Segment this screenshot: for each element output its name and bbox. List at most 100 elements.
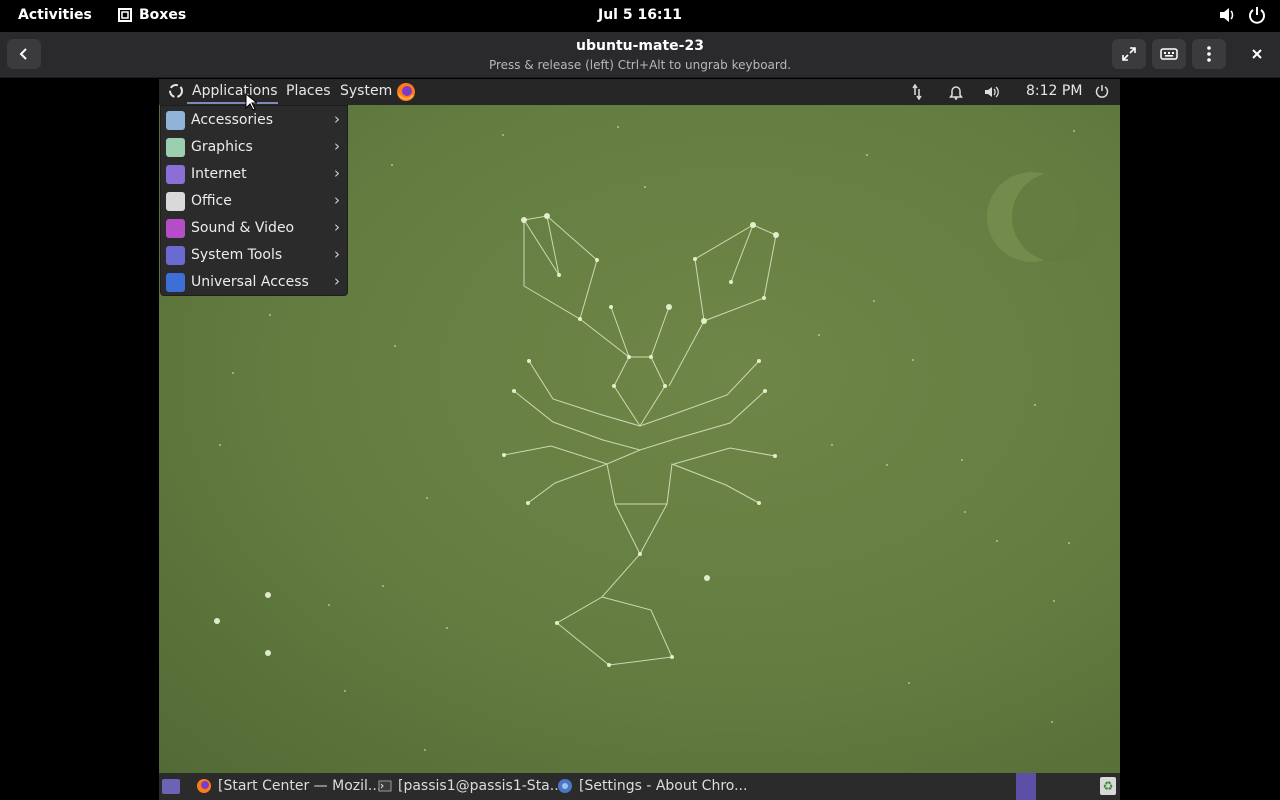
taskbar-item-label: [Start Center — Mozil... xyxy=(218,778,382,794)
star xyxy=(344,690,346,692)
star xyxy=(729,280,733,284)
star xyxy=(521,217,527,223)
star xyxy=(866,154,868,156)
star xyxy=(1034,404,1036,406)
shutdown-icon[interactable] xyxy=(1095,84,1109,102)
star xyxy=(663,384,667,388)
keyboard-button[interactable] xyxy=(1152,39,1186,69)
star xyxy=(757,359,761,363)
chevron-right-icon: › xyxy=(334,137,340,155)
star xyxy=(701,318,707,324)
star xyxy=(818,334,820,336)
chevron-right-icon: › xyxy=(334,110,340,128)
star xyxy=(555,621,559,625)
volume-icon xyxy=(1220,8,1234,22)
star xyxy=(502,134,504,136)
taskbar-item[interactable]: [Start Center — Mozil... xyxy=(196,778,381,794)
menu-button[interactable] xyxy=(1192,39,1226,69)
star xyxy=(578,317,582,321)
menu-item-label: Office xyxy=(191,193,232,209)
fullscreen-button[interactable] xyxy=(1112,39,1146,69)
menu-item-office[interactable]: Office › xyxy=(161,188,347,215)
mate-top-panel: Applications Places System 8:12 PM xyxy=(159,79,1120,105)
applications-menu[interactable]: Applications xyxy=(192,83,278,99)
show-desktop-icon[interactable] xyxy=(162,779,180,794)
power-icon xyxy=(1249,7,1265,24)
star xyxy=(214,618,220,624)
menu-item-label: Graphics xyxy=(191,139,253,155)
star xyxy=(544,213,550,219)
menu-item-sound-video[interactable]: Sound & Video › xyxy=(161,215,347,242)
star xyxy=(527,359,531,363)
sound-video-icon xyxy=(166,219,185,238)
system-menu[interactable]: System xyxy=(340,83,392,99)
star xyxy=(762,296,766,300)
notification-bell-icon[interactable] xyxy=(949,84,963,104)
menu-item-universal-access[interactable]: Universal Access › xyxy=(161,269,347,296)
chevron-right-icon: › xyxy=(334,218,340,236)
menu-item-label: System Tools xyxy=(191,247,283,263)
menu-item-label: Accessories xyxy=(191,112,274,128)
trash-icon[interactable]: ♻ xyxy=(1100,777,1116,795)
vm-title: ubuntu-mate-23 xyxy=(576,38,704,54)
places-menu[interactable]: Places xyxy=(286,83,331,99)
star xyxy=(704,575,710,581)
star xyxy=(831,444,833,446)
star xyxy=(757,501,761,505)
star xyxy=(644,186,646,188)
taskbar-item-label: [Settings - About Chro... xyxy=(579,778,748,794)
menu-item-accessories[interactable]: Accessories › xyxy=(161,107,347,134)
star xyxy=(394,345,396,347)
star xyxy=(964,511,966,513)
star xyxy=(512,389,516,393)
star xyxy=(912,359,914,361)
star xyxy=(773,454,777,458)
star xyxy=(607,663,611,667)
taskbar-item[interactable]: [Settings - About Chro... xyxy=(557,778,747,794)
network-icon[interactable] xyxy=(911,83,923,104)
star xyxy=(750,222,756,228)
gnome-top-bar: Activities Boxes Jul 5 16:11 xyxy=(0,0,1280,32)
firefox-launcher-icon[interactable] xyxy=(396,82,416,106)
star xyxy=(773,232,779,238)
star xyxy=(886,464,888,466)
menu-item-internet[interactable]: Internet › xyxy=(161,161,347,188)
clock[interactable]: Jul 5 16:11 xyxy=(0,7,1280,23)
workspace-switcher[interactable] xyxy=(1016,773,1036,800)
star xyxy=(627,355,631,359)
boxes-header-bar: ubuntu-mate-23 Press & release (left) Ct… xyxy=(0,32,1280,78)
star xyxy=(526,501,530,505)
vm-display[interactable]: Applications Places System 8:12 PM Acces… xyxy=(159,79,1120,800)
star xyxy=(328,604,330,606)
accessories-icon xyxy=(166,111,185,130)
chevron-right-icon: › xyxy=(334,272,340,290)
star xyxy=(1053,600,1055,602)
panel-clock[interactable]: 8:12 PM xyxy=(1026,83,1082,99)
taskbar-item[interactable]: [passis1@passis1-Sta... xyxy=(378,778,563,794)
ungrab-hint: Press & release (left) Ctrl+Alt to ungra… xyxy=(488,58,792,72)
volume-icon[interactable] xyxy=(984,84,1000,104)
star xyxy=(670,655,674,659)
menu-item-system-tools[interactable]: System Tools › xyxy=(161,242,347,269)
star xyxy=(265,592,271,598)
fullscreen-icon xyxy=(1122,47,1136,61)
star xyxy=(232,372,234,374)
star xyxy=(666,304,672,310)
star xyxy=(693,257,697,261)
taskbar-item-label: [passis1@passis1-Sta... xyxy=(398,778,564,794)
star xyxy=(426,497,428,499)
menu-item-graphics[interactable]: Graphics › xyxy=(161,134,347,161)
office-icon xyxy=(166,192,185,211)
star xyxy=(269,314,271,316)
mate-bottom-panel: [Start Center — Mozil... [passis1@passis… xyxy=(159,773,1120,800)
chevron-right-icon: › xyxy=(334,164,340,182)
star xyxy=(961,459,963,461)
star xyxy=(996,540,998,542)
star xyxy=(763,389,767,393)
system-tray[interactable] xyxy=(1218,6,1266,24)
close-button[interactable] xyxy=(1240,39,1274,69)
star xyxy=(382,585,384,587)
menu-item-label: Internet xyxy=(191,166,247,182)
kebab-menu-icon xyxy=(1207,46,1211,62)
star xyxy=(612,384,616,388)
